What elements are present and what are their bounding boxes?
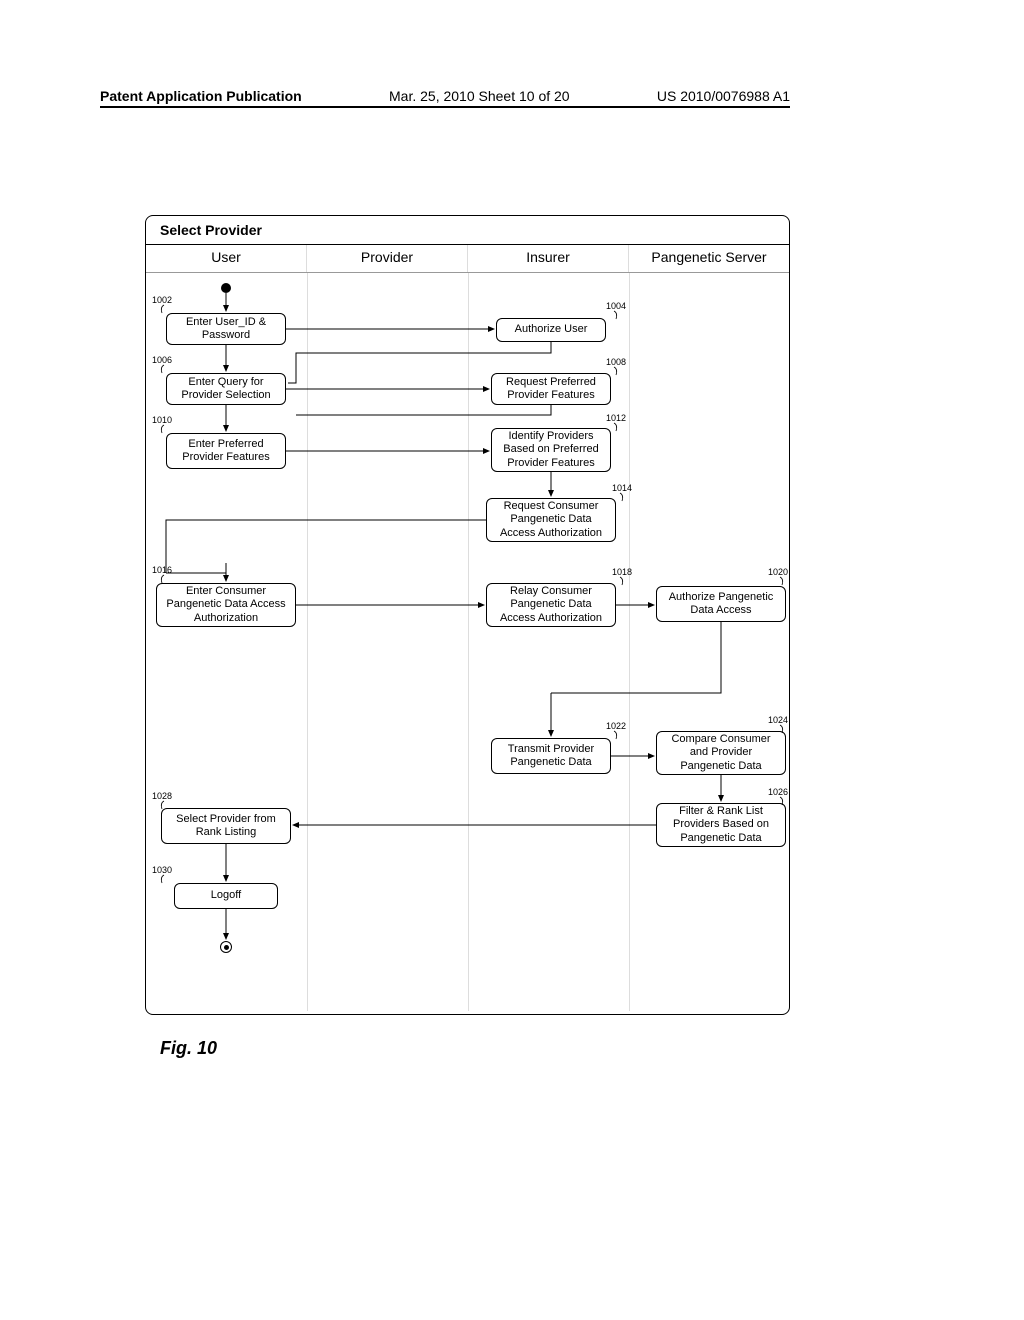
end-node <box>220 941 232 953</box>
header-left: Patent Application Publication <box>100 88 302 104</box>
start-node <box>221 283 231 293</box>
box-1012: Identify Providers Based on Preferred Pr… <box>491 428 611 472</box>
box-1022: Transmit Provider Pangenetic Data <box>491 738 611 774</box>
ref-1020: 1020 <box>768 567 788 577</box>
box-1020: Authorize Pangenetic Data Access <box>656 586 786 622</box>
ref-1028: 1028 <box>152 791 172 801</box>
box-1002: Enter User_ID & Password <box>166 313 286 345</box>
ref-1010: 1010 <box>152 415 172 425</box>
ref-1008: 1008 <box>606 357 626 367</box>
box-1010: Enter Preferred Provider Features <box>166 433 286 469</box>
box-1004: Authorize User <box>496 318 606 342</box>
diagram-body: Enter User_ID & Password Authorize User … <box>146 273 789 1011</box>
box-1008: Request Preferred Provider Features <box>491 373 611 405</box>
ref-1004: 1004 <box>606 301 626 311</box>
ref-1018: 1018 <box>612 567 632 577</box>
figure-caption: Fig. 10 <box>160 1038 217 1059</box>
ref-1006: 1006 <box>152 355 172 365</box>
header-right: US 2010/0076988 A1 <box>657 88 790 104</box>
ref-1016: 1016 <box>152 565 172 575</box>
box-1014: Request Consumer Pangenetic Data Access … <box>486 498 616 542</box>
box-1006: Enter Query for Provider Selection <box>166 373 286 405</box>
lane-pangenetic: Pangenetic Server <box>629 245 789 272</box>
box-1018: Relay Consumer Pangenetic Data Access Au… <box>486 583 616 627</box>
lane-user: User <box>146 245 307 272</box>
diagram-title: Select Provider <box>146 216 789 244</box>
ref-1026: 1026 <box>768 787 788 797</box>
page-header: Patent Application Publication Mar. 25, … <box>100 88 790 108</box>
box-1026: Filter & Rank List Providers Based on Pa… <box>656 803 786 847</box>
ref-1002: 1002 <box>152 295 172 305</box>
box-1024: Compare Consumer and Provider Pangenetic… <box>656 731 786 775</box>
box-1028: Select Provider from Rank Listing <box>161 808 291 844</box>
diagram-title-row: Select Provider <box>146 216 789 245</box>
lane-headers: User Provider Insurer Pangenetic Server <box>146 245 789 273</box>
box-1016: Enter Consumer Pangenetic Data Access Au… <box>156 583 296 627</box>
lane-insurer: Insurer <box>468 245 629 272</box>
ref-1022: 1022 <box>606 721 626 731</box>
ref-1014: 1014 <box>612 483 632 493</box>
ref-1024: 1024 <box>768 715 788 725</box>
swimlane-diagram: Select Provider User Provider Insurer Pa… <box>145 215 790 1015</box>
box-1030: Logoff <box>174 883 278 909</box>
lane-provider: Provider <box>307 245 468 272</box>
ref-1012: 1012 <box>606 413 626 423</box>
ref-1030: 1030 <box>152 865 172 875</box>
header-center: Mar. 25, 2010 Sheet 10 of 20 <box>389 88 570 104</box>
